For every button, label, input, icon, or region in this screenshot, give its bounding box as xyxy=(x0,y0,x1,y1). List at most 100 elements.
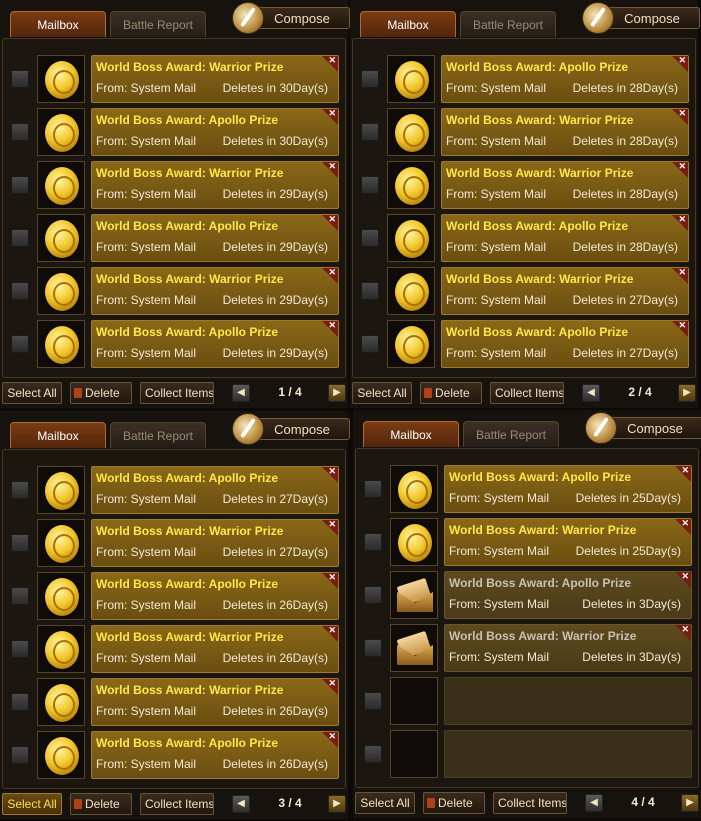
compose-button[interactable]: Compose xyxy=(254,7,350,29)
mail-checkbox[interactable] xyxy=(11,534,29,552)
mail-row[interactable]: World Boss Award: Apollo Prize From: Syst… xyxy=(3,214,345,262)
delete-mail-button[interactable]: ✕ xyxy=(675,624,691,641)
delete-button[interactable]: Delete xyxy=(423,792,485,814)
mail-checkbox[interactable] xyxy=(11,229,29,247)
delete-mail-button[interactable]: ✕ xyxy=(322,519,338,536)
delete-mail-button[interactable]: ✕ xyxy=(672,161,688,178)
select-all-button[interactable]: Select All xyxy=(352,382,412,404)
mail-checkbox[interactable] xyxy=(11,335,29,353)
mail-row[interactable]: World Boss Award: Warrior Prize From: Sys… xyxy=(3,519,345,567)
mail-checkbox[interactable] xyxy=(361,176,379,194)
mail-checkbox[interactable] xyxy=(364,745,382,763)
mail-row[interactable]: World Boss Award: Warrior Prize From: Sys… xyxy=(356,624,698,672)
mail-checkbox[interactable] xyxy=(11,123,29,141)
mail-card[interactable]: World Boss Award: Apollo Prize From: Syst… xyxy=(91,320,339,368)
tab-mailbox[interactable]: Mailbox xyxy=(10,422,106,448)
collect-items-button[interactable]: Collect Items xyxy=(140,382,214,404)
mail-card[interactable]: World Boss Award: Warrior Prize From: Sys… xyxy=(91,625,339,673)
mail-checkbox[interactable] xyxy=(364,692,382,710)
mail-checkbox[interactable] xyxy=(11,70,29,88)
quill-scroll-icon[interactable] xyxy=(585,412,617,444)
mail-card[interactable]: World Boss Award: Warrior Prize From: Sys… xyxy=(441,267,689,315)
mail-checkbox[interactable] xyxy=(361,229,379,247)
tab-mailbox[interactable]: Mailbox xyxy=(363,421,459,447)
tab-battle-report[interactable]: Battle Report xyxy=(460,11,556,37)
delete-mail-button[interactable]: ✕ xyxy=(672,267,688,284)
mail-card[interactable]: World Boss Award: Apollo Prize From: Syst… xyxy=(441,320,689,368)
mail-checkbox[interactable] xyxy=(11,746,29,764)
tab-battle-report[interactable]: Battle Report xyxy=(463,421,559,447)
delete-button[interactable]: Delete xyxy=(70,793,132,815)
next-page-button[interactable]: ▶ xyxy=(681,794,699,812)
next-page-button[interactable]: ▶ xyxy=(328,795,346,813)
mail-row[interactable]: World Boss Award: Apollo Prize From: Syst… xyxy=(3,572,345,620)
mail-card[interactable]: World Boss Award: Warrior Prize From: Sys… xyxy=(444,624,692,672)
mail-row[interactable] xyxy=(356,730,698,778)
delete-mail-button[interactable]: ✕ xyxy=(322,466,338,483)
prev-page-button[interactable]: ◀ xyxy=(232,384,250,402)
collect-items-button[interactable]: Collect Items xyxy=(493,792,567,814)
next-page-button[interactable]: ▶ xyxy=(678,384,696,402)
mail-card[interactable]: World Boss Award: Warrior Prize From: Sys… xyxy=(441,108,689,156)
delete-mail-button[interactable]: ✕ xyxy=(322,731,338,748)
delete-mail-button[interactable]: ✕ xyxy=(322,161,338,178)
quill-scroll-icon[interactable] xyxy=(232,2,264,34)
select-all-button[interactable]: Select All xyxy=(2,382,62,404)
delete-mail-button[interactable]: ✕ xyxy=(322,678,338,695)
delete-mail-button[interactable]: ✕ xyxy=(675,571,691,588)
delete-button[interactable]: Delete xyxy=(70,382,132,404)
mail-row[interactable]: World Boss Award: Warrior Prize From: Sys… xyxy=(3,161,345,209)
mail-row[interactable]: World Boss Award: Warrior Prize From: Sys… xyxy=(353,108,695,156)
delete-mail-button[interactable]: ✕ xyxy=(322,214,338,231)
delete-button[interactable]: Delete xyxy=(420,382,482,404)
mail-checkbox[interactable] xyxy=(11,640,29,658)
collect-items-button[interactable]: Collect Items xyxy=(490,382,564,404)
quill-scroll-icon[interactable] xyxy=(582,2,614,34)
mail-card[interactable]: World Boss Award: Apollo Prize From: Syst… xyxy=(441,55,689,103)
mail-row[interactable] xyxy=(356,677,698,725)
mail-row[interactable]: World Boss Award: Warrior Prize From: Sys… xyxy=(3,625,345,673)
mail-card[interactable]: World Boss Award: Warrior Prize From: Sys… xyxy=(444,518,692,566)
prev-page-button[interactable]: ◀ xyxy=(582,384,600,402)
mail-card[interactable]: World Boss Award: Warrior Prize From: Sys… xyxy=(91,678,339,726)
mail-card[interactable]: World Boss Award: Apollo Prize From: Syst… xyxy=(91,572,339,620)
mail-card[interactable]: World Boss Award: Apollo Prize From: Syst… xyxy=(91,108,339,156)
mail-card[interactable]: World Boss Award: Apollo Prize From: Syst… xyxy=(444,571,692,619)
mail-card[interactable]: World Boss Award: Warrior Prize From: Sys… xyxy=(91,55,339,103)
mail-checkbox[interactable] xyxy=(361,123,379,141)
mail-row[interactable]: World Boss Award: Apollo Prize From: Syst… xyxy=(356,571,698,619)
mail-row[interactable]: World Boss Award: Warrior Prize From: Sys… xyxy=(3,267,345,315)
delete-mail-button[interactable]: ✕ xyxy=(322,572,338,589)
mail-row[interactable]: World Boss Award: Apollo Prize From: Syst… xyxy=(3,466,345,514)
mail-checkbox[interactable] xyxy=(361,335,379,353)
mail-row[interactable]: World Boss Award: Apollo Prize From: Syst… xyxy=(3,320,345,368)
mail-card[interactable]: World Boss Award: Apollo Prize From: Syst… xyxy=(441,214,689,262)
delete-mail-button[interactable]: ✕ xyxy=(322,108,338,125)
tab-mailbox[interactable]: Mailbox xyxy=(10,11,106,37)
collect-items-button[interactable]: Collect Items xyxy=(140,793,214,815)
mail-checkbox[interactable] xyxy=(11,176,29,194)
mail-card[interactable]: World Boss Award: Apollo Prize From: Syst… xyxy=(91,731,339,779)
mail-row[interactable]: World Boss Award: Warrior Prize From: Sys… xyxy=(3,678,345,726)
mail-card[interactable]: World Boss Award: Warrior Prize From: Sys… xyxy=(91,267,339,315)
mail-checkbox[interactable] xyxy=(11,693,29,711)
select-all-button[interactable]: Select All xyxy=(355,792,415,814)
compose-button[interactable]: Compose xyxy=(604,7,700,29)
mail-row[interactable]: World Boss Award: Apollo Prize From: Syst… xyxy=(353,320,695,368)
mail-row[interactable]: World Boss Award: Warrior Prize From: Sys… xyxy=(3,55,345,103)
tab-mailbox[interactable]: Mailbox xyxy=(360,11,456,37)
next-page-button[interactable]: ▶ xyxy=(328,384,346,402)
mail-checkbox[interactable] xyxy=(364,533,382,551)
select-all-button[interactable]: Select All xyxy=(2,793,62,815)
mail-card[interactable]: World Boss Award: Warrior Prize From: Sys… xyxy=(91,519,339,567)
delete-mail-button[interactable]: ✕ xyxy=(672,214,688,231)
mail-row[interactable]: World Boss Award: Apollo Prize From: Syst… xyxy=(3,108,345,156)
mail-row[interactable]: World Boss Award: Apollo Prize From: Syst… xyxy=(353,55,695,103)
prev-page-button[interactable]: ◀ xyxy=(232,795,250,813)
quill-scroll-icon[interactable] xyxy=(232,413,264,445)
mail-card[interactable]: World Boss Award: Warrior Prize From: Sys… xyxy=(441,161,689,209)
delete-mail-button[interactable]: ✕ xyxy=(322,55,338,72)
mail-row[interactable]: World Boss Award: Warrior Prize From: Sys… xyxy=(353,161,695,209)
tab-battle-report[interactable]: Battle Report xyxy=(110,11,206,37)
compose-button[interactable]: Compose xyxy=(607,417,701,439)
